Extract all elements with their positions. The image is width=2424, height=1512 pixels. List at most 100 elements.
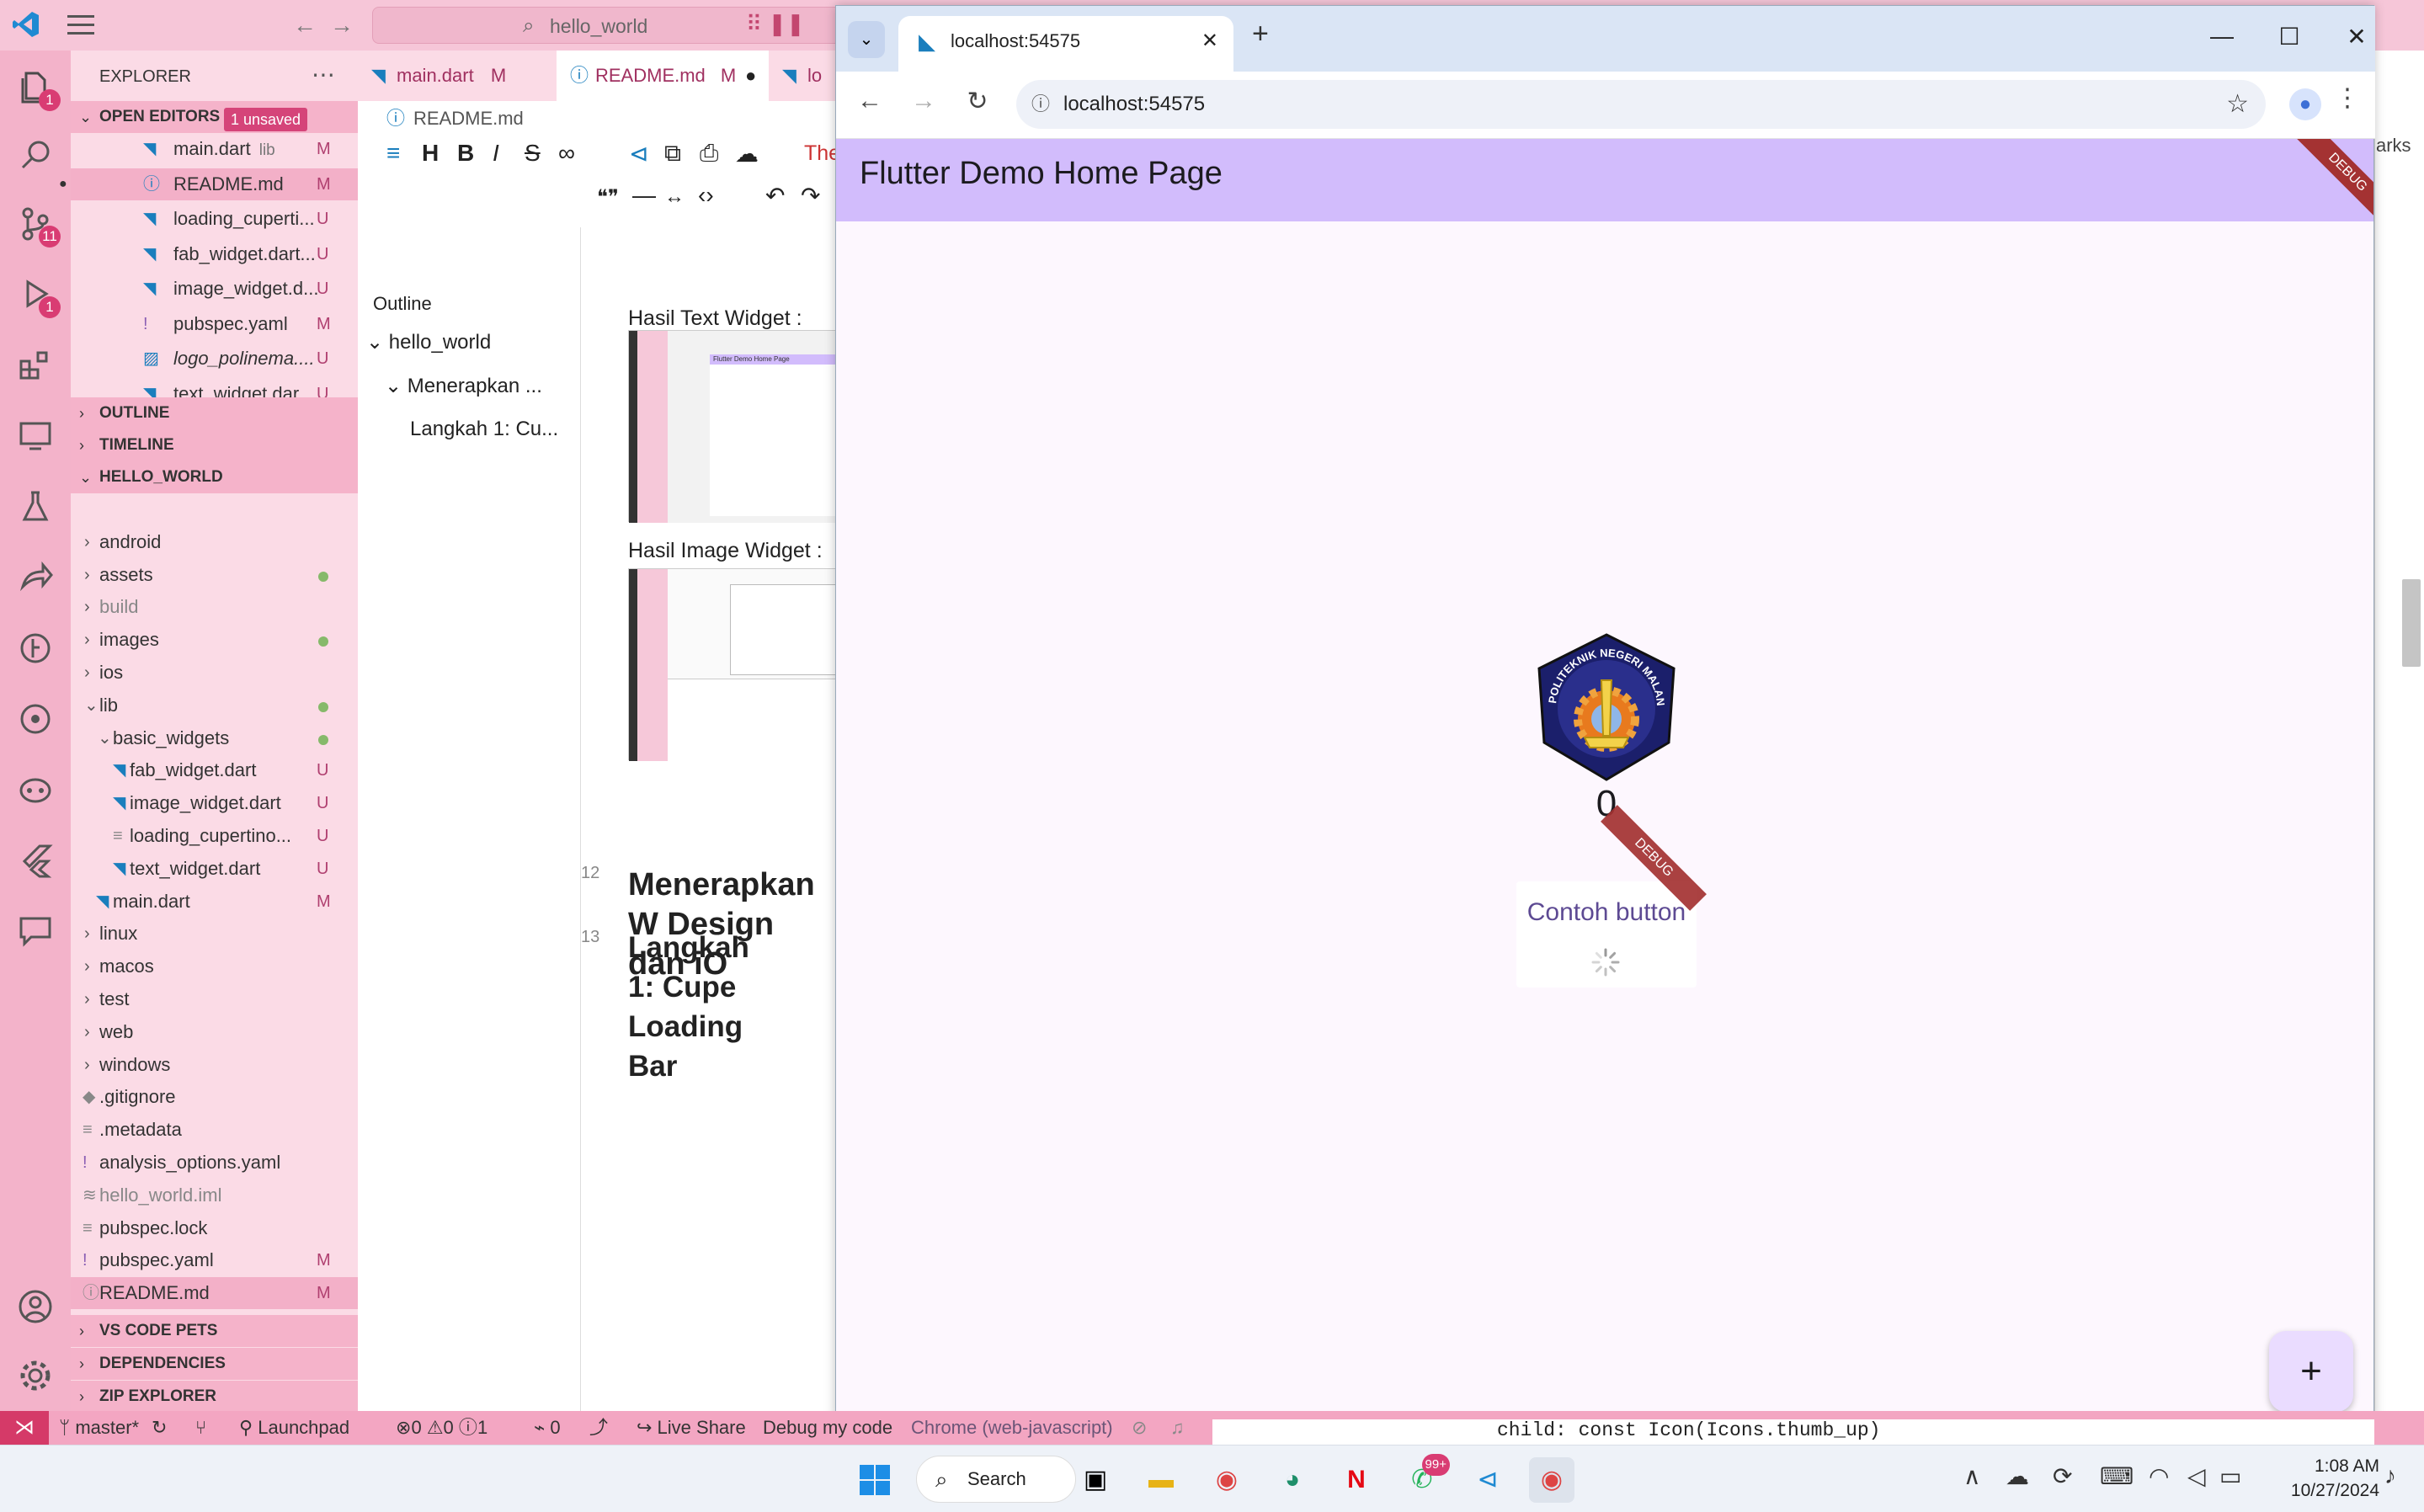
strikethrough-icon[interactable]: S <box>525 140 541 167</box>
tree-item[interactable]: › windows <box>71 1049 358 1081</box>
tree-item[interactable]: ≡ pubspec.lock <box>71 1212 358 1244</box>
tree-item[interactable]: › linux <box>71 918 358 950</box>
vscode-icon[interactable]: ⊲ <box>629 140 648 168</box>
open-editor-item[interactable]: ◥ fab_widget.dart... U <box>71 238 358 270</box>
heading-icon[interactable]: H <box>422 140 439 167</box>
wifi-icon[interactable]: ◠ <box>2149 1462 2169 1490</box>
vscode-taskbar-icon[interactable]: ⊲ <box>1465 1457 1510 1503</box>
problems-status[interactable]: ⊗0 ⚠0 ⓘ1 <box>396 1411 487 1445</box>
tree-item[interactable]: › web <box>71 1016 358 1048</box>
tree-item[interactable]: ◥ text_widget.dart U <box>71 853 358 885</box>
inline-code-icon[interactable]: ↔ <box>664 185 685 209</box>
open-editor-item[interactable]: ◥ image_widget.d... U <box>71 273 358 305</box>
address-bar[interactable]: ⓘ localhost:54575 ☆ <box>1016 80 2266 129</box>
hamburger-menu-icon[interactable] <box>67 15 94 35</box>
open-editor-item[interactable]: ◥ main.dart lib M <box>71 133 358 165</box>
forward-arrow-icon[interactable]: → <box>327 12 357 39</box>
ports-status[interactable]: ⌁ 0 <box>534 1411 561 1445</box>
undo-icon[interactable]: ↶ <box>765 182 785 210</box>
branch-status[interactable]: ᛘ master* <box>59 1411 139 1445</box>
sync-tray-icon[interactable]: ⟳ <box>2053 1462 2072 1490</box>
profile-avatar-icon[interactable]: ● <box>2289 88 2321 120</box>
task-view-icon[interactable]: ▣ <box>1073 1457 1118 1503</box>
bell-icon[interactable]: ♫ <box>1170 1411 1185 1445</box>
manage-activity[interactable] <box>0 1342 71 1409</box>
tree-item[interactable]: ≡ .metadata <box>71 1114 358 1146</box>
bookmark-star-icon[interactable]: ☆ <box>2226 80 2249 129</box>
copy-icon[interactable]: ⧉ <box>664 140 681 168</box>
scrollbar-thumb[interactable] <box>2402 579 2421 667</box>
chrome-device-status[interactable]: Chrome (web-javascript) <box>911 1411 1113 1445</box>
whatsapp-icon[interactable]: ✆ 99+ <box>1399 1454 1450 1503</box>
more-actions-icon[interactable]: ⋯ <box>312 61 335 88</box>
contoh-button[interactable]: Contoh button <box>1516 898 1697 927</box>
debug-my-code-status[interactable]: Debug my code <box>763 1411 892 1445</box>
tree-item[interactable]: ! pubspec.yaml M <box>71 1244 358 1276</box>
flutter-activity[interactable] <box>0 827 71 894</box>
outline-item[interactable]: ⌄ hello_world <box>366 330 491 354</box>
reload-icon[interactable]: ↻ <box>959 87 996 116</box>
zip-explorer-section[interactable]: › ZIP EXPLORER <box>71 1381 358 1411</box>
code-block-icon[interactable]: ‹› <box>698 182 714 209</box>
tree-item[interactable]: ◆ .gitignore <box>71 1081 358 1113</box>
tree-item[interactable]: › android <box>71 526 358 558</box>
site-info-icon[interactable]: ⓘ <box>1031 80 1050 129</box>
align-icon[interactable]: ≡ <box>386 140 400 167</box>
outline-section[interactable]: › OUTLINE <box>71 397 358 429</box>
dependencies-section[interactable]: › DEPENDENCIES <box>71 1348 358 1380</box>
open-editors-section[interactable]: ⌄ OPEN EDITORS 1 unsaved <box>71 101 358 133</box>
close-tab-icon[interactable]: ✕ <box>1201 16 1218 67</box>
breadcrumb[interactable]: ⓘ README.md <box>358 101 838 136</box>
notification-bell-icon[interactable]: ♪ <box>2384 1462 2396 1489</box>
unsaved-dot-icon[interactable]: ● <box>59 168 67 200</box>
tree-item[interactable]: › assets <box>71 559 358 591</box>
remote-indicator-icon[interactable]: ⋊ <box>0 1411 49 1445</box>
tab-main-dart[interactable]: ◥ main.dart M <box>358 51 557 101</box>
testing-activity[interactable] <box>0 473 71 540</box>
close-window-icon[interactable]: ✕ <box>2340 23 2373 51</box>
browser-menu-icon[interactable]: ⋮ <box>2335 83 2360 113</box>
gitlens-activity[interactable] <box>0 615 71 682</box>
explorer-activity[interactable]: 1 <box>0 54 71 121</box>
browser-forward-icon[interactable]: → <box>905 87 942 115</box>
github-activity[interactable] <box>0 685 71 753</box>
pull-request-icon[interactable]: ⑂ <box>195 1411 206 1445</box>
tree-item[interactable]: ◥ main.dart M <box>71 886 358 918</box>
battery-icon[interactable]: ▭ <box>2219 1462 2241 1490</box>
run-debug-activity[interactable]: 1 <box>0 261 71 328</box>
tab-partial[interactable]: ◥ lo <box>769 51 838 101</box>
tree-item[interactable]: ! analysis_options.yaml <box>71 1147 358 1179</box>
copilot-activity[interactable] <box>0 756 71 823</box>
live-share-activity[interactable] <box>0 544 71 611</box>
keyboard-icon[interactable]: ⌨ <box>2100 1462 2134 1490</box>
tree-item[interactable]: › images <box>71 624 358 656</box>
timeline-section[interactable]: › TIMELINE <box>71 429 358 461</box>
live-share-status[interactable]: ↪ Live Share <box>637 1411 746 1445</box>
tree-item[interactable]: ⌄ basic_widgets <box>71 722 358 754</box>
volume-icon[interactable]: ◁ <box>2187 1462 2206 1490</box>
onedrive-icon[interactable]: ☁ <box>2006 1462 2029 1490</box>
extensions-activity[interactable] <box>0 332 71 399</box>
cloud-icon[interactable]: ☁ <box>735 140 759 168</box>
browser-back-icon[interactable]: ← <box>851 87 888 115</box>
floating-action-button[interactable]: + <box>2269 1331 2353 1412</box>
vscode-pets-section[interactable]: › VS CODE PETS <box>71 1315 358 1347</box>
unsaved-dot-icon[interactable]: ● <box>745 51 756 101</box>
sync-icon[interactable]: ↻ <box>152 1411 167 1445</box>
show-hidden-icons[interactable]: ∧ <box>1963 1462 1981 1490</box>
minimize-icon[interactable]: — <box>2205 23 2239 50</box>
outline-item[interactable]: Langkah 1: Cu... <box>410 418 558 441</box>
open-editor-item[interactable]: ▨ logo_polinema.... U <box>71 343 358 375</box>
start-button[interactable] <box>852 1457 898 1503</box>
source-control-activity[interactable]: 11 <box>0 190 71 258</box>
open-editor-item[interactable]: ! pubspec.yaml M <box>71 308 358 340</box>
new-tab-button[interactable]: + <box>1252 18 1269 51</box>
no-copilot-icon[interactable]: ⊘ <box>1132 1411 1147 1445</box>
bold-icon[interactable]: B <box>457 140 474 167</box>
italic-icon[interactable]: I <box>493 140 499 167</box>
tab-search-button[interactable]: ⌄ <box>848 21 885 58</box>
tree-item[interactable]: ⌄ lib <box>71 689 358 721</box>
tree-item[interactable]: › test <box>71 983 358 1015</box>
deploy-icon[interactable]: ⤴ <box>589 1411 608 1445</box>
link-icon[interactable]: ∞ <box>558 140 575 167</box>
